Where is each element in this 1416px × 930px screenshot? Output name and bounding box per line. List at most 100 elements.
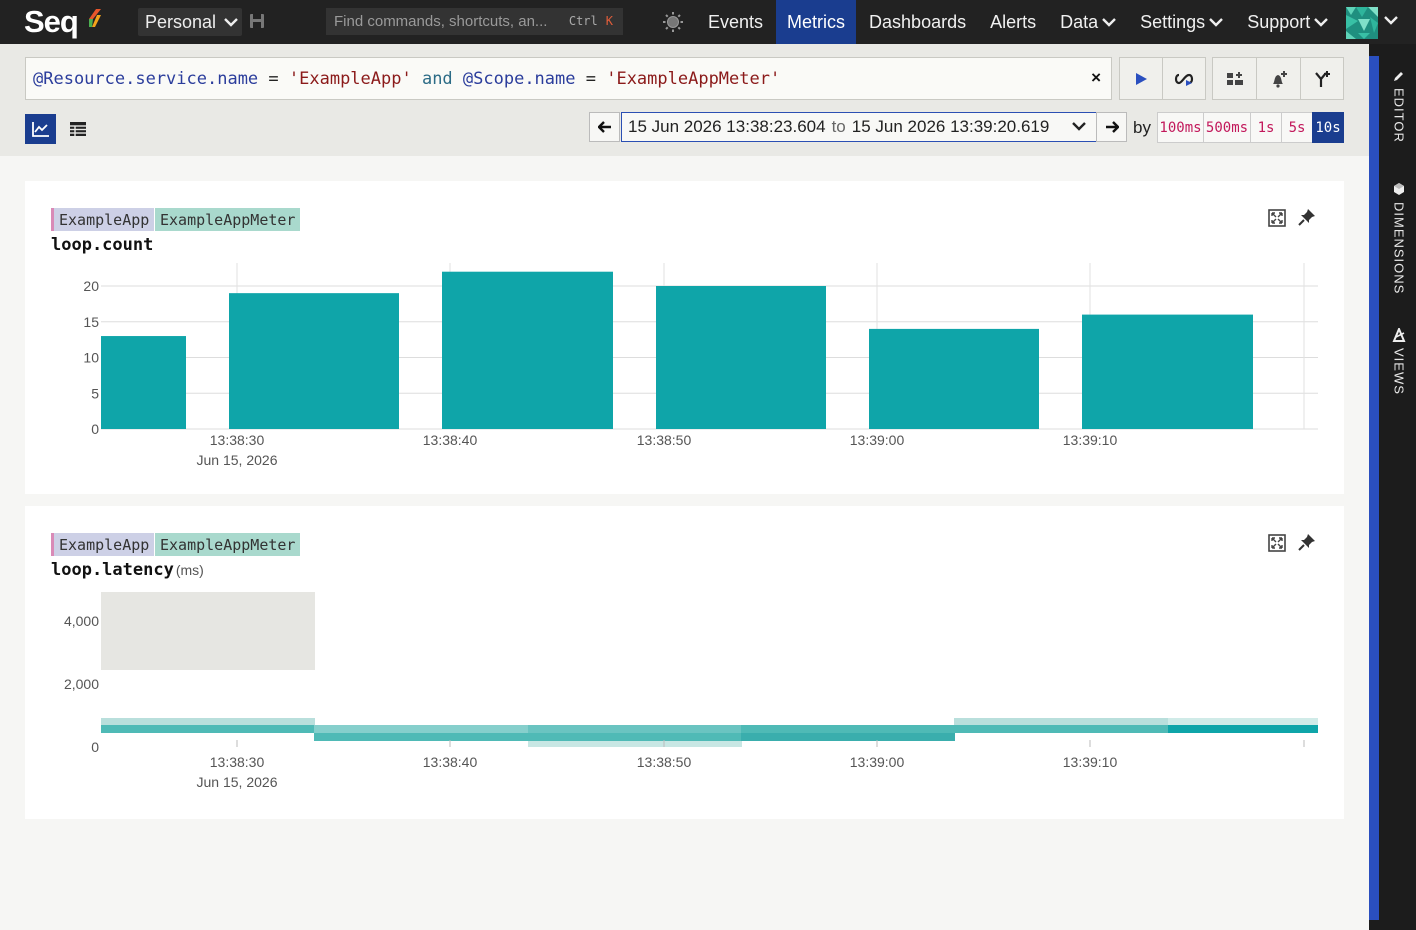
- tab-editor[interactable]: EDITOR: [1389, 70, 1409, 143]
- nav-label: Dashboards: [869, 11, 967, 32]
- command-search[interactable]: Find commands, shortcuts, an... Ctrl K: [326, 8, 623, 35]
- time-range-to: 15 Jun 2026 13:39:20.619: [851, 117, 1050, 136]
- chart-bars: [101, 271, 1253, 429]
- query-keyword: and: [411, 68, 463, 89]
- granularity-500ms[interactable]: 500ms: [1203, 112, 1251, 143]
- nav-label: Data: [1060, 11, 1099, 32]
- x-tick-label: 13:39:00: [850, 432, 905, 448]
- y-tick-label: 2,000: [64, 676, 99, 692]
- x-date-label: Jun 15, 2026: [197, 774, 278, 790]
- y-tick-label: 0: [91, 739, 99, 755]
- nav-data[interactable]: Data: [1049, 0, 1127, 44]
- granularity-5s[interactable]: 5s: [1281, 112, 1313, 143]
- nav-label: Settings: [1140, 11, 1206, 32]
- loop-latency-chart: 02,0004,000 13:38:30 13:38:40 13:38:50 13:3…: [64, 592, 1318, 790]
- granularity-10s[interactable]: 10s: [1312, 112, 1344, 143]
- tab-editor-label: EDITOR: [1391, 88, 1407, 143]
- time-range-to-word: to: [831, 117, 846, 136]
- command-search-placeholder: Find commands, shortcuts, an...: [334, 13, 548, 30]
- nav-settings[interactable]: Settings: [1129, 0, 1234, 44]
- chevron-down-icon: [1102, 18, 1116, 27]
- tab-dimensions[interactable]: DIMENSIONS: [1389, 182, 1409, 294]
- heatmap-cell: [954, 718, 1168, 726]
- x-tick-label: 13:39:10: [1063, 432, 1118, 448]
- y-tick-labels: 0 2,000 4,000: [64, 613, 99, 755]
- x-tick-label: 13:38:50: [637, 432, 692, 448]
- run-query-button[interactable]: [1119, 57, 1163, 100]
- loop-refresh-icon: [1174, 73, 1194, 86]
- chart-card-loop-count: ExampleApp ExampleAppMeter loop.count 05…: [25, 181, 1344, 494]
- command-shortcut: Ctrl K: [569, 14, 613, 28]
- workspace-selector[interactable]: Personal: [138, 8, 242, 36]
- heatmap-cell: [528, 733, 742, 741]
- bar[interactable]: [656, 286, 826, 429]
- chevron-down-icon[interactable]: [1384, 15, 1398, 25]
- heatmap-cell: [1168, 725, 1318, 733]
- bar[interactable]: [442, 271, 613, 429]
- time-range-selector[interactable]: 15 Jun 2026 13:38:23.604 to 15 Jun 2026 …: [621, 112, 1097, 142]
- time-forward-button[interactable]: [1096, 112, 1127, 142]
- granularity-label: by: [1133, 118, 1151, 137]
- query-area: @Resource.service.name = 'ExampleApp' an…: [0, 44, 1369, 156]
- side-panel: EDITOR DIMENSIONS VIEWS: [1369, 44, 1416, 930]
- chevron-down-icon: [224, 18, 238, 27]
- x-tick-label: 13:38:40: [423, 432, 478, 448]
- bar[interactable]: [1082, 314, 1253, 429]
- nav-alerts[interactable]: Alerts: [979, 0, 1047, 44]
- seq-logo-mark-icon: [89, 9, 101, 27]
- bar[interactable]: [101, 336, 186, 429]
- heatmap-cell: [528, 741, 742, 747]
- query-operator: =: [575, 68, 607, 89]
- arrow-right-icon: [1105, 121, 1119, 133]
- x-tick-label: 13:38:30: [210, 754, 265, 770]
- x-tick-label: 13:39:00: [850, 754, 905, 770]
- add-alert-button[interactable]: [1256, 57, 1301, 100]
- time-range-from: 15 Jun 2026 13:38:23.604: [628, 117, 826, 136]
- granularity-100ms[interactable]: 100ms: [1157, 112, 1204, 143]
- nav-dashboards[interactable]: Dashboards: [858, 0, 977, 44]
- heatmap-cell: [741, 725, 955, 733]
- granularity-1s[interactable]: 1s: [1250, 112, 1282, 143]
- nav-label: Events: [708, 11, 764, 32]
- theme-toggle-icon[interactable]: [662, 11, 684, 33]
- add-to-dashboard-button[interactable]: [1212, 57, 1257, 100]
- tab-views[interactable]: VIEWS: [1389, 328, 1409, 395]
- nav-label: Alerts: [990, 11, 1037, 32]
- user-avatar[interactable]: [1346, 7, 1378, 39]
- table-view-button[interactable]: [62, 114, 93, 144]
- fork-plus-icon: [1315, 70, 1330, 87]
- tab-dimensions-label: DIMENSIONS: [1391, 202, 1407, 295]
- heatmap-cell: [101, 592, 315, 670]
- nav-label: Support: [1247, 11, 1311, 32]
- query-property: @Scope.name: [462, 68, 576, 89]
- heatmap-cell: [954, 725, 1168, 733]
- heatmap-cell: [1168, 718, 1318, 726]
- shortcut-modifier: Ctrl: [568, 14, 598, 28]
- chart-card-loop-latency: ExampleApp ExampleAppMeter loop.latency(…: [25, 506, 1344, 819]
- y-tick-label: 10: [83, 350, 99, 366]
- y-tick-label: 4,000: [64, 613, 99, 629]
- nav-metrics[interactable]: Metrics: [776, 0, 857, 44]
- query-string: 'ExampleApp': [288, 68, 412, 89]
- x-tick-label: 13:39:10: [1063, 754, 1118, 770]
- bar[interactable]: [229, 293, 399, 429]
- shortcut-key: K: [605, 14, 613, 28]
- nav-support[interactable]: Support: [1236, 0, 1339, 44]
- bell-plus-icon: [1272, 70, 1287, 88]
- refresh-query-button[interactable]: [1162, 57, 1206, 100]
- chart-view-button[interactable]: [25, 114, 56, 144]
- cubes-icon: [1394, 183, 1404, 195]
- x-tick-labels: 13:38:30 13:38:40 13:38:50 13:39:00 13:39:10…: [197, 432, 1118, 468]
- clear-query-button[interactable]: ×: [1091, 68, 1101, 88]
- split-series-button[interactable]: [1300, 57, 1344, 100]
- time-back-button[interactable]: [589, 112, 620, 142]
- arrow-left-icon: [597, 121, 611, 133]
- seq-logo[interactable]: Seq: [24, 4, 79, 40]
- nav-events[interactable]: Events: [697, 0, 774, 44]
- query-input[interactable]: @Resource.service.name = 'ExampleApp' an…: [25, 57, 1112, 100]
- bar[interactable]: [869, 328, 1039, 429]
- heatmap-cell: [528, 725, 742, 733]
- heatmap-cell: [101, 718, 315, 726]
- save-icon[interactable]: [249, 13, 265, 29]
- chevron-down-icon: [1072, 122, 1086, 131]
